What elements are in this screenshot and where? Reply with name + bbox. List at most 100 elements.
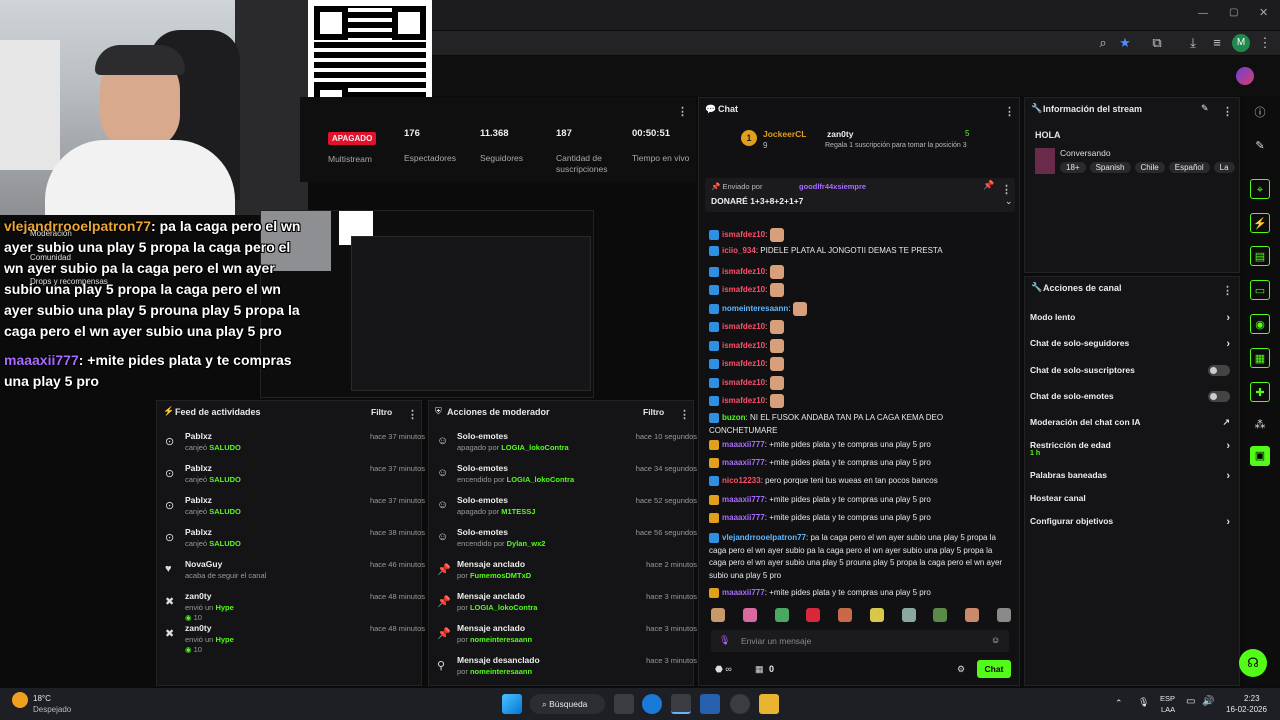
channel-action-item[interactable]: Moderación del chat con IA ↗: [1030, 417, 1230, 427]
chat-message[interactable]: nico12233: pero porque teni tus wueas en…: [709, 476, 1009, 486]
emote-icon[interactable]: [742, 608, 757, 622]
emote-icon[interactable]: [901, 608, 916, 622]
tag-chip[interactable]: La: [1213, 162, 1235, 173]
chat-message[interactable]: ismafdez10:: [709, 283, 1009, 297]
minimize-icon[interactable]: —: [1198, 8, 1208, 19]
feed-username[interactable]: Pablxz: [185, 527, 212, 537]
stats-menu-icon[interactable]: ⋮: [677, 102, 688, 120]
chat-message[interactable]: ismafdez10:: [709, 376, 1009, 390]
language-indicator[interactable]: ESP: [1160, 694, 1175, 703]
chat-username[interactable]: nomeinteresaann: [722, 304, 788, 313]
chat-username[interactable]: maaaxii777: [722, 458, 765, 467]
chat-username[interactable]: ismafdez10: [722, 341, 765, 350]
chat-message[interactable]: maaaxii777: +mite pides plata y te compr…: [709, 458, 1009, 468]
nav-item-comunidad[interactable]: Comunidad: [30, 253, 71, 262]
profile-avatar-icon[interactable]: M: [1232, 34, 1250, 52]
chat-message[interactable]: ismafdez10:: [709, 394, 1009, 408]
chat-message[interactable]: ismafdez10:: [709, 265, 1009, 279]
mod-action-item[interactable]: 📌 Mensaje anclado por FumemosDMTxD hace 2 m…: [437, 557, 697, 589]
activity-feed-item[interactable]: ✖ zan0ty envió un Hype ◉ 10 hace 48 minutos: [165, 621, 425, 654]
chat-username[interactable]: maaaxii777: [722, 588, 765, 597]
activity-feed-item[interactable]: ✖ zan0ty envió un Hype ◉ 10 hace 48 minutos: [165, 589, 425, 622]
chat-message[interactable]: ismafdez10:: [709, 357, 1009, 371]
chat-username[interactable]: ismafdez10: [722, 396, 765, 405]
activity-feed-item[interactable]: ♥ NovaGuy acaba de seguir el canal hace 46…: [165, 557, 425, 589]
network-icon[interactable]: ▭: [1186, 696, 1195, 707]
chat-username[interactable]: ismafdez10: [722, 267, 765, 276]
feed-username[interactable]: Pablxz: [185, 431, 212, 441]
chevron-down-icon[interactable]: ⌄: [1005, 196, 1013, 207]
document-icon[interactable]: ▤: [1250, 246, 1270, 266]
chat-message[interactable]: ismafdez10:: [709, 228, 1009, 242]
chat-message[interactable]: ismafdez10:: [709, 320, 1009, 334]
chat-username[interactable]: maaaxii777: [722, 440, 765, 449]
tag-chip[interactable]: Spanish: [1089, 162, 1131, 173]
chat-username[interactable]: buzon: [722, 413, 746, 422]
chat-message[interactable]: maaaxii777: +mite pides plata y te compr…: [709, 513, 1009, 523]
maximize-icon[interactable]: ▢: [1229, 7, 1238, 18]
feed-username[interactable]: NovaGuy: [185, 559, 222, 569]
tag-chip[interactable]: Español: [1168, 162, 1210, 173]
toggle-switch[interactable]: [1208, 365, 1230, 376]
channel-action-item[interactable]: Hostear canal: [1030, 493, 1230, 503]
microphone-icon[interactable]: 🎙: [719, 635, 730, 646]
chat-username[interactable]: ismafdez10: [722, 322, 765, 331]
task-view-icon[interactable]: [614, 694, 634, 714]
emote-icon[interactable]: [869, 608, 884, 622]
windows-start-icon[interactable]: [502, 694, 522, 714]
tag-chip[interactable]: 18+: [1060, 162, 1086, 173]
mod-username[interactable]: LOGIA_lokoContra: [470, 603, 538, 612]
channel-action-item[interactable]: Modo lento ›: [1030, 312, 1230, 324]
feed-username[interactable]: Pablxz: [185, 463, 212, 473]
chat-username[interactable]: iciio_934: [722, 246, 756, 255]
chat-username[interactable]: maaaxii777: [722, 513, 765, 522]
chat-username[interactable]: vlejandrrooelpatron77: [722, 533, 806, 542]
stat-multistream[interactable]: APAGADO Multistream: [328, 128, 377, 165]
nodes-icon[interactable]: ⁂: [1250, 415, 1270, 435]
chat-message[interactable]: vlejandrrooelpatron77: pa la caga pero e…: [709, 532, 1009, 582]
taskbar-search[interactable]: ⌕ Búsqueda: [530, 694, 605, 714]
nav-item-moderacion[interactable]: Moderación: [30, 229, 72, 238]
top-gifter-name[interactable]: JockeerCL: [763, 129, 806, 139]
next-gifter-name[interactable]: zan0ty: [827, 129, 853, 139]
activity-feed-item[interactable]: ⊙ Pablxz canjeó SALUDO hace 38 minutos: [165, 525, 425, 557]
channel-action-item[interactable]: Restricción de edad 1 h ›: [1030, 440, 1230, 457]
send-chat-button[interactable]: Chat: [977, 660, 1011, 678]
emote-icon[interactable]: [806, 608, 821, 622]
edit-pencil-icon[interactable]: ✎: [1201, 103, 1209, 114]
support-headset-icon[interactable]: ☊: [1239, 649, 1267, 677]
stream-category[interactable]: Conversando: [1060, 148, 1111, 158]
tag-chip[interactable]: Chile: [1134, 162, 1165, 173]
chat-message[interactable]: buzon: NI EL FUSOK ANDABA TAN PA LA CAGA…: [709, 412, 1009, 437]
mod-action-item[interactable]: ⚲ Mensaje desanclado por nomeinteresaann ha…: [437, 653, 697, 685]
mod-username[interactable]: LOGIA_lokoContra: [507, 475, 575, 484]
feed-username[interactable]: zan0ty: [185, 623, 211, 633]
obs-icon[interactable]: [730, 694, 750, 714]
chat-username[interactable]: maaaxii777: [722, 495, 765, 504]
chat-username[interactable]: nico12233: [722, 476, 761, 485]
toggle-switch[interactable]: [1208, 391, 1230, 402]
mod-username[interactable]: LOGIA_lokoContra: [501, 443, 569, 452]
add-widget-icon[interactable]: ▣: [1250, 446, 1270, 466]
store-icon[interactable]: ▦: [1250, 348, 1270, 368]
activity-feed-item[interactable]: ⊙ Pablxz canjeó SALUDO hace 37 minutos: [165, 493, 425, 525]
mod-username[interactable]: nomeinteresaann: [470, 667, 532, 676]
mod-action-item[interactable]: ☺ Solo-emotes apagado por LOGIA_lokoContra…: [437, 429, 697, 461]
emote-icon[interactable]: [933, 608, 948, 622]
activity-feed-item[interactable]: ⊙ Pablxz canjeó SALUDO hace 37 minutos: [165, 429, 425, 461]
panel-menu-icon[interactable]: ⋮: [679, 405, 690, 423]
clock-date[interactable]: 16-02-2026: [1226, 705, 1267, 714]
emote-icon[interactable]: [965, 608, 980, 622]
download-icon[interactable]: ⤓: [1184, 34, 1202, 52]
edit-icon[interactable]: ✎: [1250, 136, 1270, 156]
broadcast-icon[interactable]: ◉: [1250, 314, 1270, 334]
chat-username[interactable]: ismafdez10: [722, 378, 765, 387]
clock-time[interactable]: 2:23: [1244, 694, 1260, 703]
extensions-icon[interactable]: ⧉: [1148, 34, 1166, 52]
tray-chevron-up-icon[interactable]: ⌃: [1115, 698, 1123, 709]
media-icon[interactable]: ≡: [1208, 34, 1226, 52]
nav-item-drops[interactable]: Drops y recompensas: [30, 277, 108, 286]
chat-username[interactable]: ismafdez10: [722, 285, 765, 294]
chat-input[interactable]: 🎙 Enviar un mensaje ☺: [711, 630, 1009, 652]
panel-menu-icon[interactable]: ⋮: [1222, 281, 1233, 299]
